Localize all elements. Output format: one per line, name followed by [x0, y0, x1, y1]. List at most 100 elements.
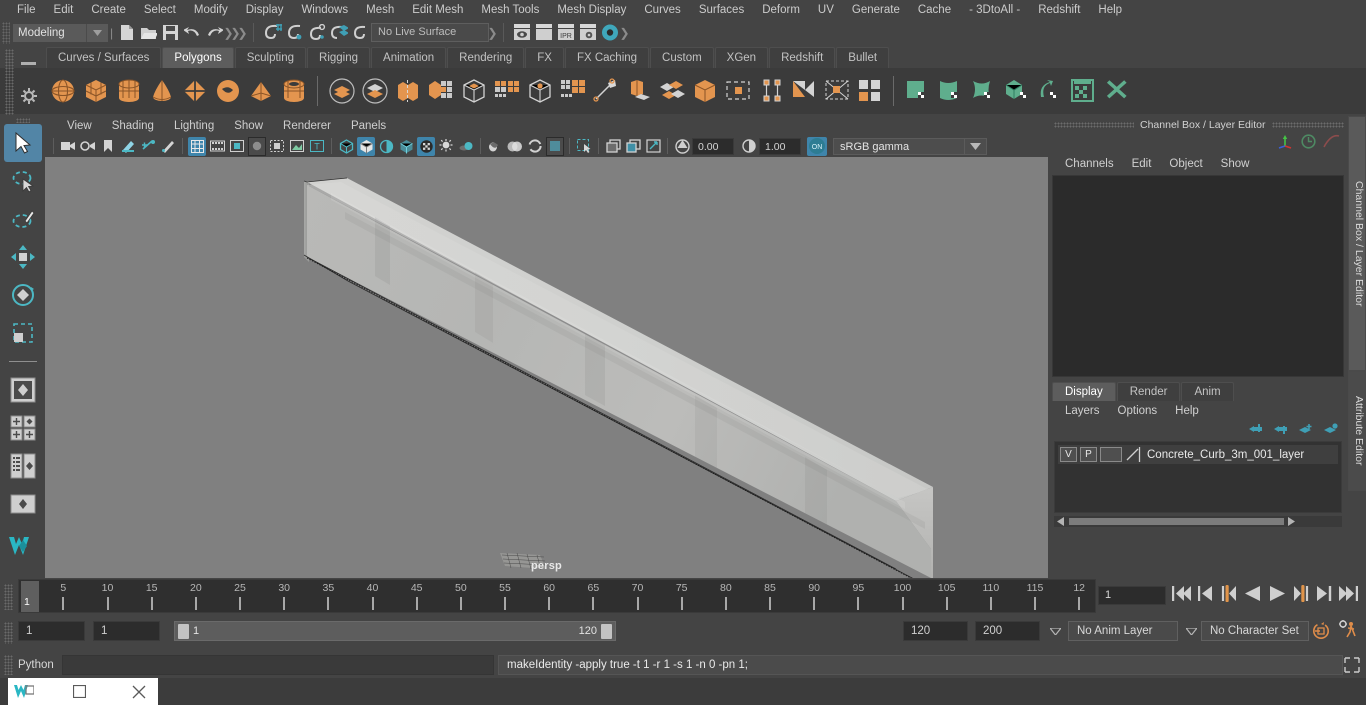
multi-cut-icon[interactable] — [556, 73, 589, 109]
viewport-menu-view[interactable]: View — [57, 120, 102, 132]
scroll-right-icon[interactable] — [1286, 517, 1297, 526]
paint-select-tool-icon[interactable] — [4, 200, 42, 238]
tab-anim[interactable]: Anim — [1181, 382, 1234, 401]
viewport-canvas[interactable]: y x z persp — [45, 157, 1048, 578]
poly-pipe-icon[interactable] — [277, 73, 310, 109]
uv-crossfade-icon[interactable] — [1099, 73, 1132, 109]
open-scene-icon[interactable] — [137, 22, 159, 43]
irr-render-icon[interactable] — [533, 22, 555, 43]
snap-to-view-plane-icon[interactable] — [349, 22, 371, 43]
menu-3dtoall[interactable]: - 3DtoAll - — [960, 0, 1029, 20]
menu-generate[interactable]: Generate — [843, 0, 909, 20]
viewport-menu-shading[interactable]: Shading — [102, 120, 164, 132]
layer-list[interactable]: V P Concrete_Curb_3m_001_layer — [1054, 441, 1342, 513]
auto-keyframe-toggle-icon[interactable] — [1312, 622, 1331, 643]
shelf-collapse-icon[interactable] — [20, 59, 38, 69]
color-profile-field[interactable]: sRGB gamma — [833, 137, 965, 155]
move-layer-up-icon[interactable] — [1248, 423, 1263, 438]
channelbox-menu-channels[interactable]: Channels — [1056, 158, 1123, 170]
exposure-icon[interactable] — [673, 137, 691, 156]
snap-to-curve-icon[interactable] — [283, 22, 305, 43]
shaded-wireframe-icon[interactable] — [377, 137, 395, 156]
scale-tool-icon[interactable] — [4, 314, 42, 352]
animation-preferences-icon[interactable] — [1338, 620, 1359, 643]
animation-clock-icon[interactable] — [1301, 134, 1316, 152]
chamfer-vertex-icon[interactable] — [820, 73, 853, 109]
menu-mesh[interactable]: Mesh — [357, 0, 403, 20]
motion-blur-icon[interactable] — [506, 137, 524, 156]
shelf-tab-animation[interactable]: Animation — [371, 47, 447, 68]
new-scene-icon[interactable] — [115, 22, 137, 43]
multisample-aa-icon[interactable] — [526, 137, 544, 156]
viewport-menu-panels[interactable]: Panels — [341, 120, 396, 132]
script-editor-icon[interactable] — [1344, 657, 1360, 673]
go-to-start-icon[interactable] — [1172, 585, 1192, 602]
shelf-tab-polygons[interactable]: Polygons — [162, 47, 234, 68]
resolution-gate-icon[interactable] — [228, 137, 246, 156]
layer-row[interactable]: V P Concrete_Curb_3m_001_layer — [1058, 445, 1338, 464]
snap-to-grid-icon[interactable] — [261, 22, 283, 43]
menu-redshift[interactable]: Redshift — [1029, 0, 1089, 20]
play-forwards-icon[interactable] — [1268, 585, 1287, 602]
layer-playback-toggle[interactable]: P — [1080, 447, 1097, 462]
shelf-tab-sculpting[interactable]: Sculpting — [234, 47, 307, 68]
single-perspective-layout-icon[interactable] — [4, 371, 42, 409]
shadows-icon[interactable] — [457, 137, 475, 156]
channelbox-menu-object[interactable]: Object — [1160, 158, 1211, 170]
graph-curve-icon[interactable] — [1323, 134, 1340, 152]
xray-image-icon[interactable] — [288, 137, 306, 156]
poly-cylinder-icon[interactable] — [112, 73, 145, 109]
depth-of-field-icon[interactable] — [546, 136, 564, 156]
render-settings-icon[interactable] — [577, 22, 599, 43]
uv-automatic-icon[interactable] — [1000, 73, 1033, 109]
separate-icon[interactable] — [358, 73, 391, 109]
scrollbar-thumb[interactable] — [1069, 518, 1284, 525]
shelf-tab-redshift[interactable]: Redshift — [769, 47, 836, 68]
four-view-layout-icon[interactable] — [4, 409, 42, 447]
smooth-icon[interactable] — [457, 73, 490, 109]
taskbar-close-icon[interactable] — [120, 685, 158, 699]
menu-edit[interactable]: Edit — [45, 0, 83, 20]
shelf-tab-xgen[interactable]: XGen — [714, 47, 769, 68]
gate-mask-icon[interactable] — [248, 136, 266, 156]
bridge-icon[interactable] — [688, 73, 721, 109]
shelf-grip[interactable] — [5, 49, 14, 115]
time-slider-grip[interactable] — [4, 584, 13, 610]
shelf-tab-bullet[interactable]: Bullet — [836, 47, 890, 68]
current-frame-field[interactable]: 1 — [1098, 586, 1166, 605]
xray-joints-icon[interactable] — [624, 137, 642, 156]
layers-menu-help[interactable]: Help — [1166, 405, 1208, 417]
snap-to-projected-center-icon[interactable] — [327, 22, 349, 43]
bookmark-icon[interactable] — [99, 137, 117, 156]
step-forward-frame-icon[interactable] — [1293, 585, 1310, 602]
ipr-render-icon[interactable]: IPR — [555, 22, 577, 43]
menu-deform[interactable]: Deform — [753, 0, 809, 20]
shelf-tab-curves-surfaces[interactable]: Curves / Surfaces — [46, 47, 162, 68]
menu-create[interactable]: Create — [82, 0, 135, 20]
toolbox-grip[interactable] — [16, 118, 30, 123]
undo-icon[interactable] — [181, 22, 203, 43]
shelf-tab-fx[interactable]: FX — [525, 47, 564, 68]
step-back-frame-icon[interactable] — [1220, 585, 1237, 602]
command-line-grip[interactable] — [4, 655, 13, 675]
live-surface-field[interactable]: No Live Surface — [371, 23, 489, 42]
grease-pencil-icon[interactable] — [159, 137, 177, 156]
vtab-attribute-editor[interactable]: Attribute Editor — [1348, 371, 1366, 491]
uv-editor-icon[interactable] — [1066, 73, 1099, 109]
shelf-tab-rendering[interactable]: Rendering — [447, 47, 525, 68]
snap-to-point-icon[interactable] — [305, 22, 327, 43]
animation-end-time-field[interactable]: 200 — [975, 621, 1040, 641]
menu-windows[interactable]: Windows — [292, 0, 357, 20]
screen-space-ao-icon[interactable] — [486, 137, 504, 156]
isolate-select-icon[interactable] — [575, 137, 593, 156]
new-layer-from-selected-icon[interactable] — [1323, 422, 1338, 438]
menu-select[interactable]: Select — [135, 0, 185, 20]
redo-icon[interactable] — [203, 22, 225, 43]
anim-layer-field[interactable]: No Anim Layer — [1068, 621, 1178, 641]
quad-draw-icon[interactable] — [490, 73, 523, 109]
image-plane-icon[interactable] — [119, 137, 137, 156]
command-input-field[interactable] — [62, 655, 494, 675]
taskbar-window-button[interactable] — [8, 678, 158, 705]
shelf-tab-custom[interactable]: Custom — [650, 47, 714, 68]
menu-help[interactable]: Help — [1089, 0, 1131, 20]
